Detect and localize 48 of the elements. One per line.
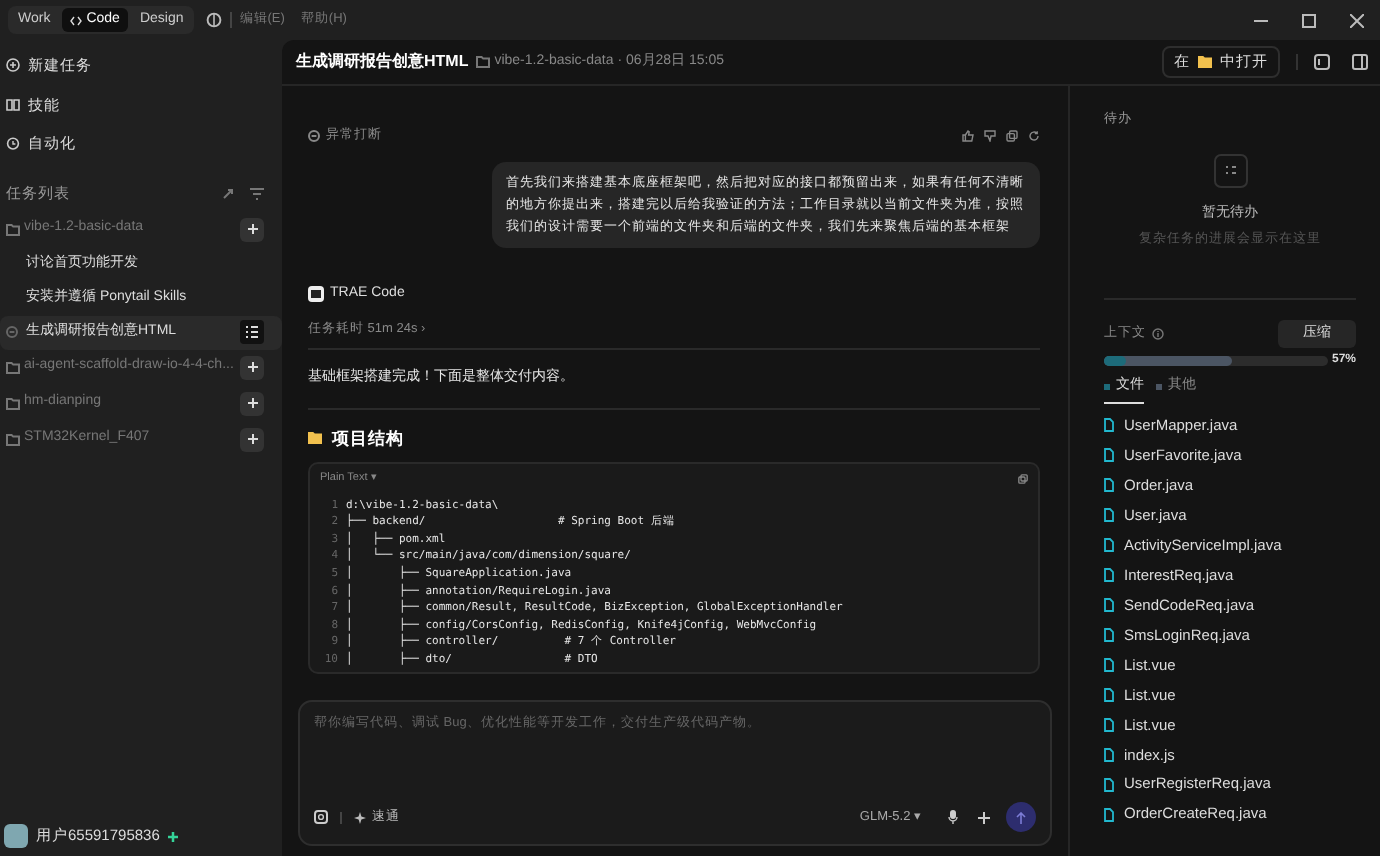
code-icon: [70, 15, 83, 25]
copy-icon[interactable]: [1006, 129, 1018, 142]
sparkle-icon: [167, 831, 178, 841]
task-title: 生成调研报告创意HTML: [296, 50, 469, 74]
book-icon: [6, 97, 20, 112]
folder-icon: [308, 431, 322, 444]
copy-icon[interactable]: [1018, 473, 1028, 484]
retry-icon[interactable]: [1028, 129, 1040, 142]
folder-icon: [476, 56, 491, 68]
folder-icon: [1198, 56, 1212, 68]
checklist-icon: [1213, 153, 1247, 188]
arrow-up-icon: [1016, 811, 1026, 823]
thumbs-down-icon[interactable]: [984, 129, 996, 142]
plus-icon: [247, 434, 257, 444]
folder-icon: [6, 223, 20, 235]
add-task-button[interactable]: [240, 391, 264, 415]
maximize-icon[interactable]: [1302, 13, 1316, 27]
panel-icon[interactable]: [1314, 54, 1330, 70]
plus-icon: [247, 398, 257, 408]
new-task-icon: [6, 58, 20, 73]
stop-icon: [308, 129, 320, 142]
thumbs-up-icon[interactable]: [962, 129, 974, 142]
filter-icon[interactable]: [250, 187, 264, 199]
collapse-icon[interactable]: [222, 187, 234, 199]
sparkle-icon: [354, 811, 366, 823]
add-task-button[interactable]: [240, 427, 264, 451]
section-heading: 项目结构: [332, 425, 404, 451]
send-button[interactable]: [1006, 802, 1036, 832]
plus-icon[interactable]: [978, 811, 990, 823]
plus-icon: [247, 362, 257, 372]
plus-icon: [247, 224, 257, 234]
clock-icon: [6, 136, 20, 151]
avatar[interactable]: [4, 824, 28, 848]
agent-logo-icon: [308, 286, 324, 302]
folder-icon: [6, 361, 20, 373]
minimize-icon[interactable]: [1254, 19, 1268, 21]
microphone-icon[interactable]: [948, 810, 958, 824]
mention-icon[interactable]: [314, 810, 328, 824]
folder-icon: [6, 397, 20, 409]
info-icon[interactable]: [1152, 328, 1164, 340]
side-panel-icon[interactable]: [1352, 54, 1368, 70]
folder-icon: [6, 433, 20, 445]
sidebar-toggle-icon[interactable]: [205, 12, 222, 28]
list-icon[interactable]: [240, 320, 264, 344]
stop-icon: [6, 326, 18, 338]
close-icon[interactable]: [1350, 13, 1364, 27]
add-task-button[interactable]: [240, 355, 264, 379]
add-task-button[interactable]: [240, 217, 264, 241]
